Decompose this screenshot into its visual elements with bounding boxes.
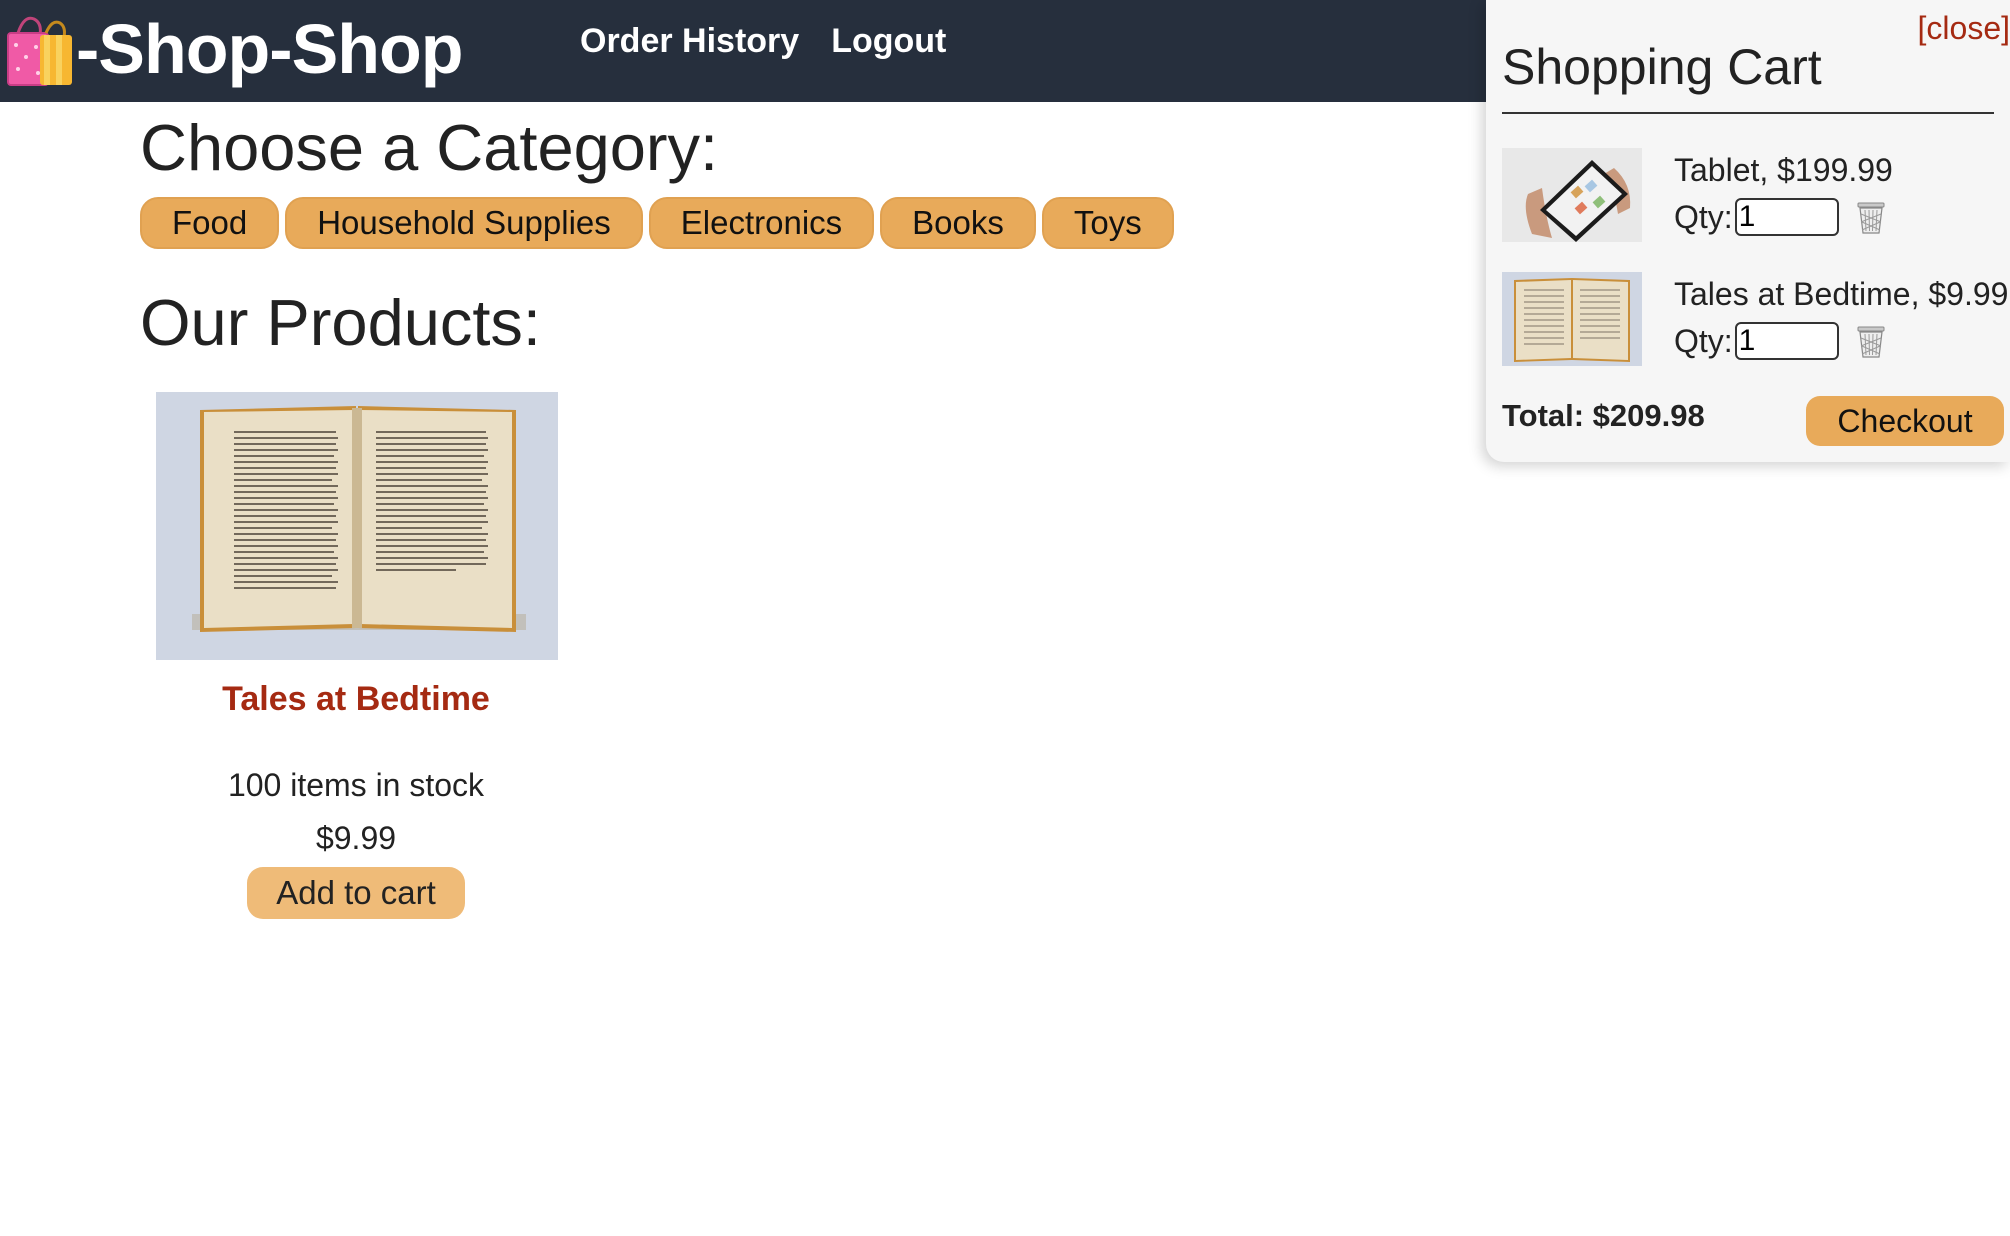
cart-item-label: Tablet, $199.99 xyxy=(1674,152,1893,188)
cart-title: Shopping Cart xyxy=(1502,39,1822,95)
cart-divider xyxy=(1502,112,1994,114)
product-card: Tales at Bedtime 100 items in stock $9.9… xyxy=(156,392,558,919)
category-button-food[interactable]: Food xyxy=(140,197,280,249)
qty-input[interactable] xyxy=(1734,198,1839,236)
category-button-electronics[interactable]: Electronics xyxy=(648,197,875,249)
cart-item: Tales at Bedtime, $9.99 Qty: xyxy=(1502,272,2010,368)
shopping-bags-icon xyxy=(7,16,72,86)
brand[interactable]: -Shop-Shop xyxy=(4,4,464,94)
category-button-toys[interactable]: Toys xyxy=(1041,197,1174,249)
book-thumbnail xyxy=(1502,272,1642,366)
qty-input[interactable] xyxy=(1734,322,1839,360)
cart-total: Total: $209.98 xyxy=(1502,398,1705,433)
products-heading: Our Products: xyxy=(140,286,541,359)
main-content: Choose a Category: Food Household Suppli… xyxy=(140,110,1440,919)
nav-order-history[interactable]: Order History xyxy=(580,22,799,61)
cart-item-qty-row: Qty: xyxy=(1674,322,1887,360)
cart-item: Tablet, $199.99 Qty: xyxy=(1502,148,2010,244)
cart-close-link[interactable]: [close] xyxy=(1918,10,2010,47)
qty-label: Qty: xyxy=(1674,198,1733,235)
brand-name: -Shop-Shop xyxy=(76,10,464,88)
cart-item-qty-row: Qty: xyxy=(1674,198,1887,236)
trash-icon[interactable] xyxy=(1855,200,1887,234)
main-nav: Order History Logout xyxy=(580,22,946,61)
checkout-button[interactable]: Checkout xyxy=(1806,396,2004,446)
shopping-cart-panel: [close] Shopping Cart Tablet, $199.99 Qt… xyxy=(1486,0,2010,462)
category-list: Food Household Supplies Electronics Book… xyxy=(140,197,1440,249)
category-button-household-supplies[interactable]: Household Supplies xyxy=(285,197,643,249)
nav-logout[interactable]: Logout xyxy=(831,22,946,61)
product-stock: 100 items in stock xyxy=(227,767,485,803)
qty-label: Qty: xyxy=(1674,322,1733,359)
category-button-books[interactable]: Books xyxy=(880,197,1036,249)
add-to-cart-button[interactable]: Add to cart xyxy=(247,867,465,919)
product-price: $9.99 xyxy=(315,820,397,856)
book-product-image[interactable] xyxy=(156,392,558,660)
trash-icon[interactable] xyxy=(1855,324,1887,358)
categories-heading: Choose a Category: xyxy=(140,111,719,184)
cart-item-label: Tales at Bedtime, $9.99 xyxy=(1674,276,2009,312)
tablet-thumbnail xyxy=(1502,148,1642,242)
product-name-link[interactable]: Tales at Bedtime xyxy=(222,680,490,719)
